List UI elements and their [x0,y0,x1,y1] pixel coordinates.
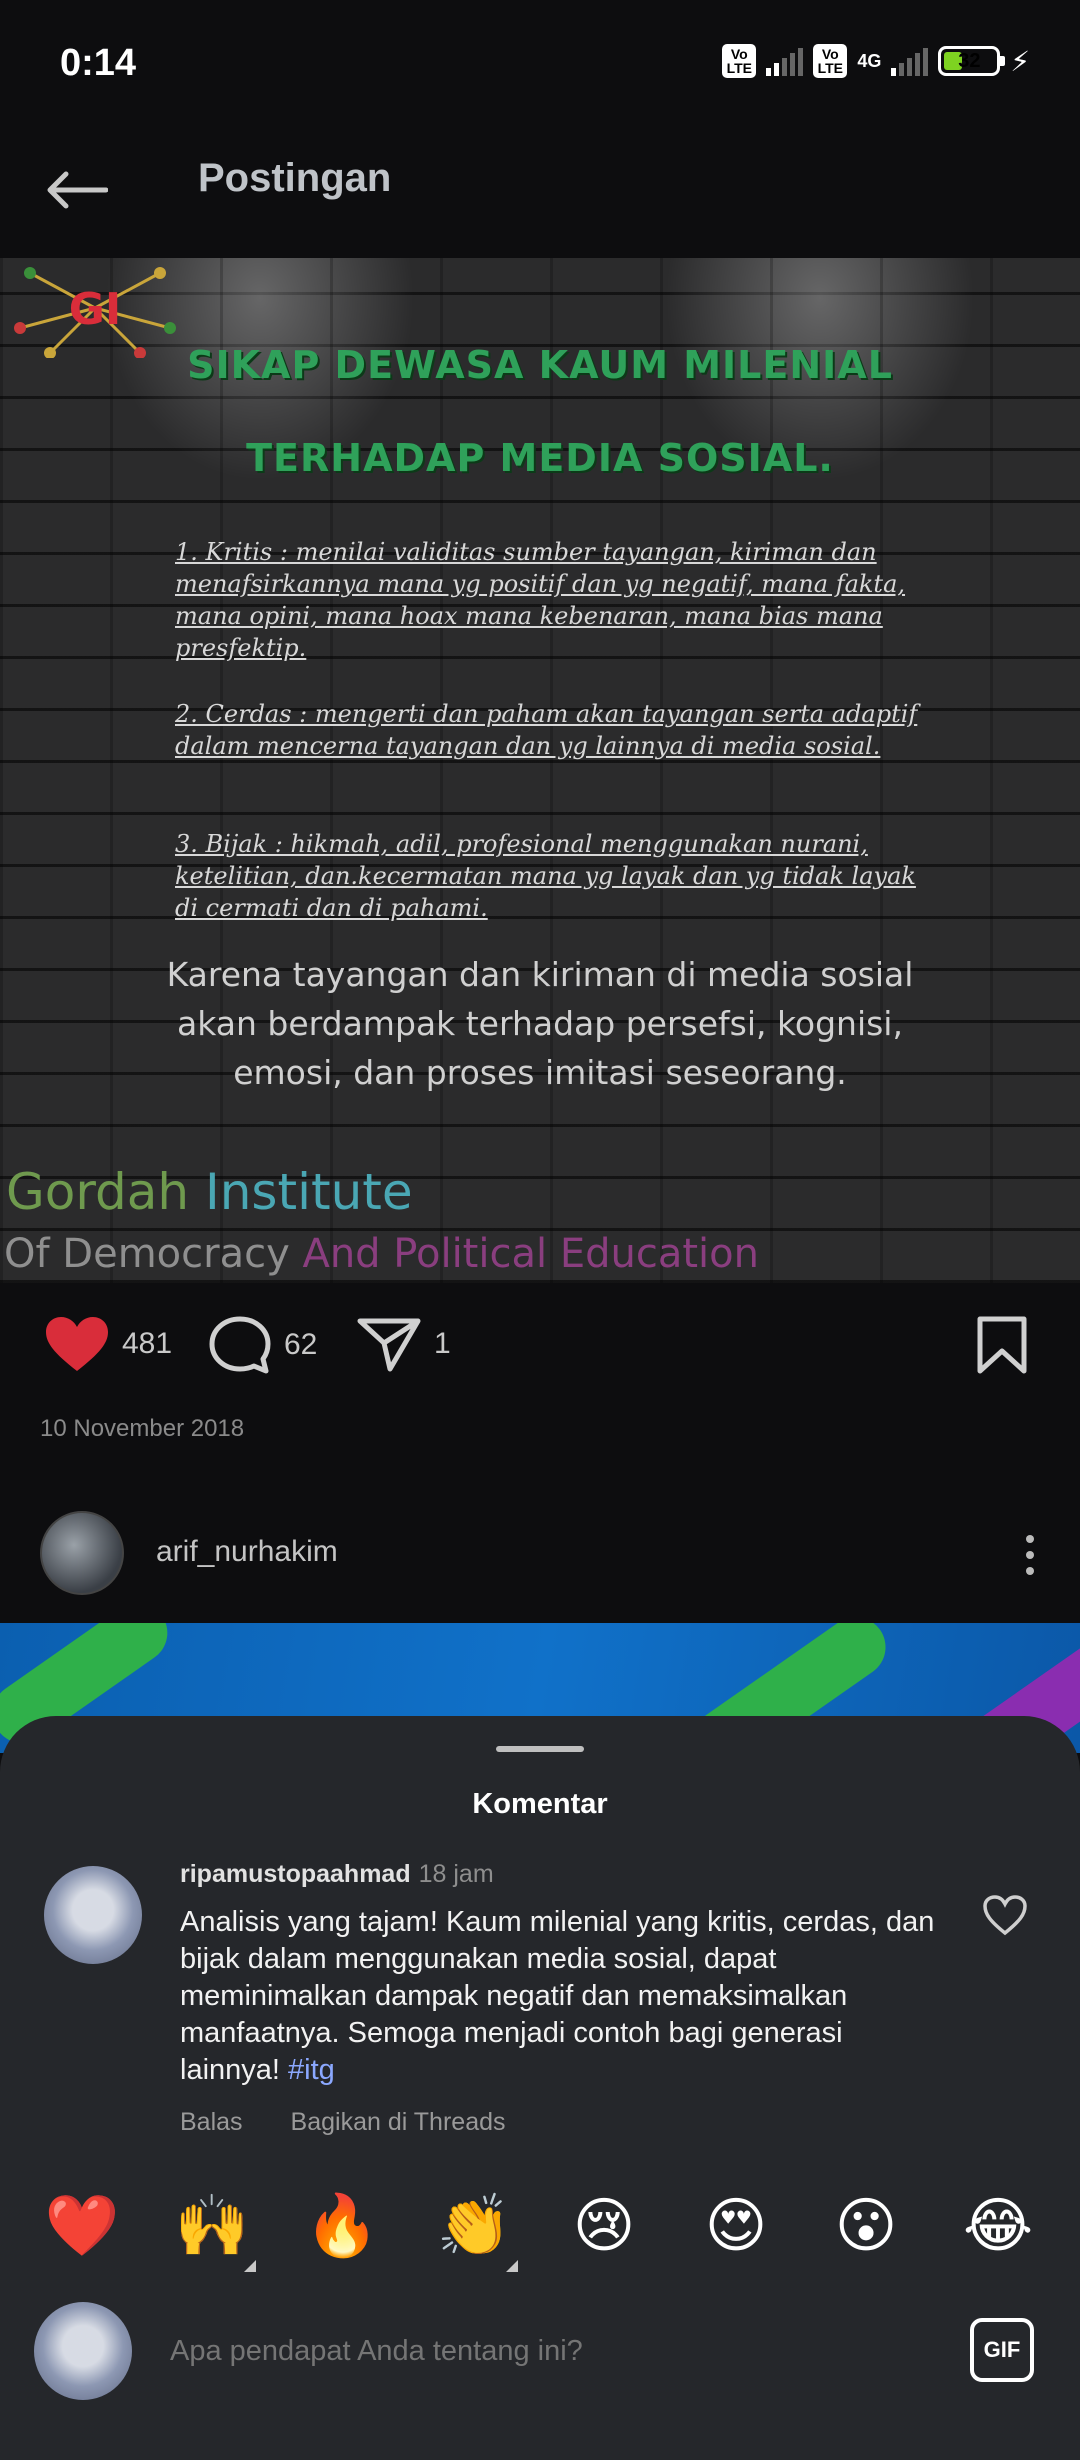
network-type: 4G [857,51,882,71]
image-brand-line1: Gordah Institute [6,1163,413,1221]
image-item-bijak: 3. Bijak : hikmah, adil, profesional men… [175,830,916,922]
like-button[interactable]: 481 [44,1315,172,1373]
signal-icon [766,46,804,76]
comment-time: 18 jam [418,1860,494,1888]
charging-icon: ⚡ [1010,45,1030,77]
brand-word-institute: Institute [205,1163,413,1221]
save-button[interactable] [976,1315,1028,1375]
more-dot-icon [1026,1567,1034,1575]
volte-icon: Vo LTE [722,44,757,78]
volte-icon-2: Vo LTE [813,44,848,78]
app-header: Postingan [0,130,1080,260]
emoji-cry[interactable]: 😢 [564,2186,644,2266]
image-title-line2: TERHADAP MEDIA SOSIAL. [246,436,834,480]
emoji-laugh[interactable]: 😂 [958,2186,1038,2266]
current-user-avatar [34,2302,132,2400]
signal-icon-2 [891,46,929,76]
post-date: 10 November 2018 [40,1415,245,1442]
drag-handle[interactable] [496,1746,584,1752]
post-actions: 481 62 1 10 November 2018 [0,1283,1080,1443]
comment-input[interactable] [170,2328,930,2374]
like-count: 481 [122,1327,173,1360]
page-title: Postingan [198,156,392,200]
comment-actions: Balas Bagikan di Threads [180,2108,506,2137]
image-title-line1: SIKAP DEWASA KAUM MILENIAL [187,343,893,387]
emoji-clap-glyph: 👏 [436,2191,512,2261]
avatar[interactable] [40,1511,124,1595]
emoji-raised-hands-glyph: 🙌 [174,2191,250,2261]
image-item-kritis: 1. Kritis : menilai validitas sumber tay… [175,538,906,662]
comment-username[interactable]: ripamustopaahmad [180,1860,411,1888]
back-button[interactable] [40,160,112,220]
heart-filled-icon [46,1317,108,1371]
battery-icon: 32 [938,46,1006,76]
gif-button[interactable]: GIF [970,2318,1034,2382]
comment-header: ripamustopaahmad 18 jam [180,1860,494,1889]
comment-hashtag[interactable]: #itg [288,2054,335,2086]
system-nav-bar [0,2420,1080,2460]
more-dot-icon [1026,1551,1034,1559]
brick-texture [0,258,1080,1283]
comments-sheet: Komentar ripamustopaahmad 18 jam Analisis… [0,1716,1080,2460]
comment-button[interactable]: 62 [208,1315,317,1375]
emoji-surprised[interactable]: 😮 [826,2186,906,2266]
comment-count: 62 [284,1328,318,1361]
battery-level: 32 [958,49,981,72]
status-time: 0:14 [60,42,137,84]
status-icons: Vo LTE Vo LTE 4G 32 ⚡ [722,44,1030,78]
emoji-fire[interactable]: 🔥 [302,2186,382,2266]
share-threads-button[interactable]: Bagikan di Threads [291,2108,506,2137]
author-username[interactable]: arif_nurhakim [156,1535,338,1569]
bookmark-icon [977,1316,1027,1374]
comment-text: Analisis yang tajam! Kaum milenial yang … [180,1904,940,2089]
more-options-button[interactable] [1010,1525,1050,1585]
sheet-title: Komentar [472,1788,608,1820]
next-post-header: arif_nurhakim [0,1443,1080,1623]
brand-word-gordah: Gordah [6,1163,190,1221]
share-button[interactable]: 1 [356,1315,451,1373]
comment-heart-icon[interactable] [982,1894,1028,1936]
emoji-clap[interactable]: 👏 [434,2186,518,2272]
image-brand-line2: Of Democracy And Political Education [4,1231,759,1277]
logo-text: GI [69,284,122,335]
image-quote: Karena tayangan dan kiriman di media sos… [166,955,914,1092]
arrow-left-icon [47,171,108,209]
post-image[interactable]: GI SIKAP DEWASA KAUM MILENIAL TERHADAP M… [0,258,1080,1283]
status-bar: 0:14 Vo LTE Vo LTE 4G 32 ⚡ [0,0,1080,130]
emoji-heart-eyes[interactable]: 😍 [696,2186,776,2266]
image-item-cerdas: 2. Cerdas : mengerti dan paham akan taya… [175,700,918,760]
share-count: 1 [434,1327,451,1360]
more-dot-icon [1026,1535,1034,1543]
send-icon [357,1318,421,1372]
emoji-raised-hands[interactable]: 🙌 [172,2186,256,2272]
comment-bubble-icon [209,1316,271,1374]
brand-line2-part2: And Political Education [302,1231,759,1277]
comment-avatar[interactable] [44,1866,142,1964]
reply-button[interactable]: Balas [180,2108,243,2137]
emoji-heart[interactable]: ❤️ [42,2186,122,2266]
brand-line2-part1: Of Democracy [4,1231,303,1277]
